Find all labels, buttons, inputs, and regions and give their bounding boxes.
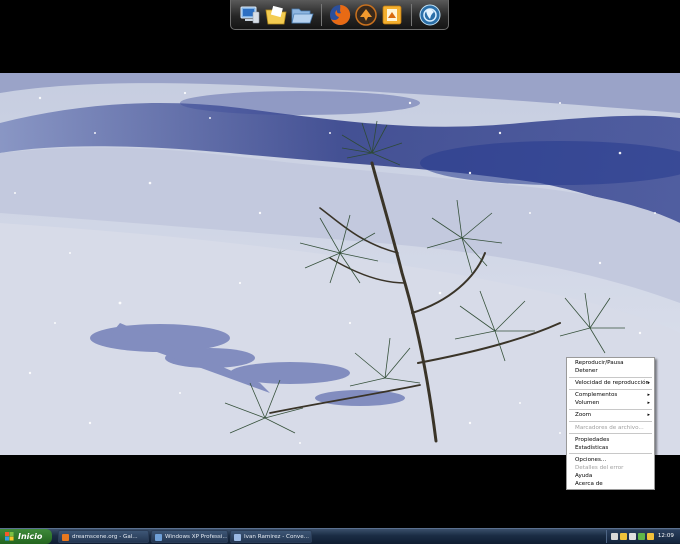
- dock-bar: [230, 0, 449, 30]
- firefox-icon: [62, 534, 69, 541]
- submenu-arrow-icon: ▸: [647, 392, 650, 399]
- menu-item-volumen[interactable]: Volumen ▸: [567, 399, 654, 407]
- menu-item-label: Zoom: [575, 412, 592, 419]
- menu-separator: [569, 408, 652, 410]
- menu-item-complementos[interactable]: Complementos ▸: [567, 391, 654, 399]
- menu-item-label: Ayuda: [575, 473, 593, 480]
- dreamscene-icon[interactable]: [418, 3, 442, 27]
- taskbar-task-dreamscene[interactable]: dreamscene.org - Gal...: [58, 530, 149, 543]
- clock[interactable]: 12:09: [658, 530, 674, 543]
- task-label: Windows XP Professi...: [165, 534, 228, 540]
- submenu-arrow-icon: ▸: [647, 380, 650, 387]
- dock-separator: [411, 4, 412, 26]
- menu-item-reproducir-pausa[interactable]: Reproducir/Pausa: [567, 359, 654, 367]
- tray-icon-1[interactable]: [611, 533, 618, 540]
- menu-item-label: Complementos: [575, 392, 618, 399]
- menu-separator: [569, 421, 652, 423]
- video-context-menu: Reproducir/Pausa Detener Velocidad de repr…: [566, 357, 655, 491]
- menu-separator: [569, 453, 652, 455]
- submenu-arrow-icon: ▸: [647, 412, 650, 419]
- window-icon: [155, 534, 162, 541]
- menu-item-label: Volumen: [575, 400, 600, 407]
- tray-icon-3[interactable]: [629, 533, 636, 540]
- office-icon[interactable]: [380, 3, 404, 27]
- menu-item-label: Detalles del error: [575, 464, 624, 471]
- submenu-arrow-icon: ▸: [647, 400, 650, 407]
- menu-item-label: Marcadores de archivo...: [575, 424, 644, 431]
- tray-icon-4[interactable]: [638, 533, 645, 540]
- messenger-icon: [234, 534, 241, 541]
- menu-separator: [569, 388, 652, 390]
- system-tray: 12:09: [606, 530, 680, 543]
- folder-open-icon[interactable]: [290, 3, 314, 27]
- taskbar-task-windows-xp[interactable]: Windows XP Professi...: [151, 530, 228, 543]
- start-button[interactable]: Inicio: [0, 529, 52, 544]
- menu-item-detener[interactable]: Detener: [567, 367, 654, 375]
- tray-icon-5[interactable]: [647, 533, 654, 540]
- taskbar-task-messenger[interactable]: Ivan Ramirez - Conve...: [230, 530, 312, 543]
- computer-icon[interactable]: [238, 3, 262, 27]
- firefox-icon[interactable]: [328, 3, 352, 27]
- desktop: Reproducir/Pausa Detener Velocidad de repr…: [0, 0, 680, 544]
- winamp-icon[interactable]: [354, 3, 378, 27]
- menu-item-velocidad-de-reproduccion[interactable]: Velocidad de reproducción ▸: [567, 379, 654, 387]
- start-label: Inicio: [18, 532, 43, 541]
- menu-item-label: Opciones...: [575, 456, 607, 463]
- taskbar: Inicio dreamscene.org - Gal... Windows X…: [0, 528, 680, 544]
- menu-item-label: Propiedades: [575, 436, 610, 443]
- task-label: Ivan Ramirez - Conve...: [244, 534, 309, 540]
- menu-separator: [569, 433, 652, 435]
- menu-item-ayuda[interactable]: Ayuda: [567, 472, 654, 480]
- tray-icon-2[interactable]: [620, 533, 627, 540]
- menu-item-label: Velocidad de reproducción: [575, 380, 650, 387]
- menu-item-label: Estadísticas: [575, 444, 609, 451]
- folder-documents-icon[interactable]: [264, 3, 288, 27]
- menu-item-propiedades[interactable]: Propiedades: [567, 436, 654, 444]
- menu-item-opciones[interactable]: Opciones...: [567, 456, 654, 464]
- menu-item-label: Detener: [575, 368, 598, 375]
- menu-separator: [569, 376, 652, 378]
- menu-item-marcadores-de-archivo: Marcadores de archivo...: [567, 424, 654, 432]
- menu-item-label: Reproducir/Pausa: [575, 360, 624, 366]
- windows-logo-icon: [5, 532, 14, 541]
- menu-item-detalles-del-error: Detalles del error: [567, 464, 654, 472]
- menu-item-zoom[interactable]: Zoom ▸: [567, 411, 654, 419]
- menu-item-estadisticas[interactable]: Estadísticas: [567, 444, 654, 452]
- menu-item-label: Acerca de: [575, 481, 603, 488]
- task-label: dreamscene.org - Gal...: [72, 534, 138, 540]
- menu-item-acerca-de[interactable]: Acerca de: [567, 480, 654, 488]
- dock-separator: [321, 4, 322, 26]
